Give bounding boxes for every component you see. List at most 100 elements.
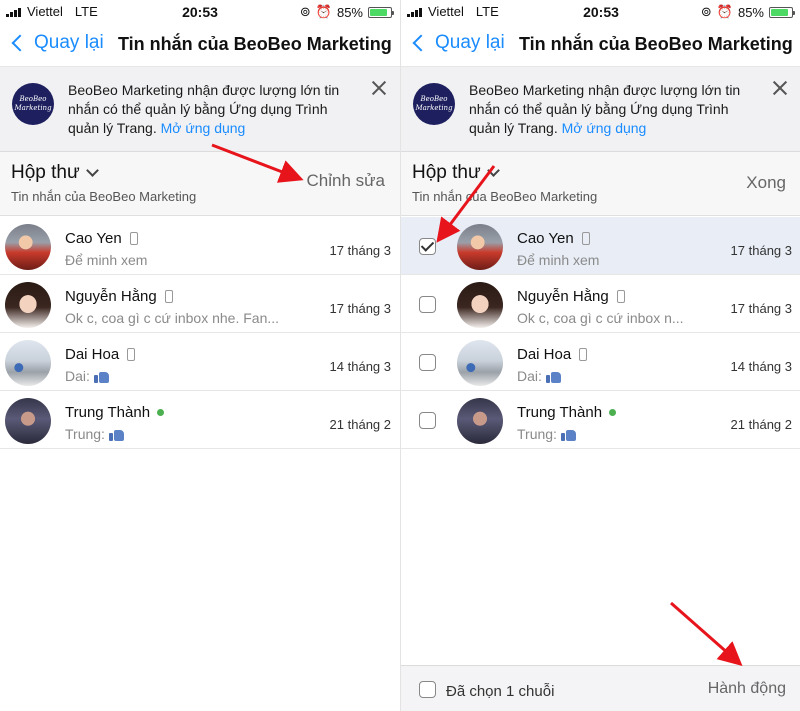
avatar <box>457 282 503 328</box>
edit-button[interactable]: Chỉnh sửa <box>307 171 385 191</box>
page-logo: BeoBeo Marketing <box>413 83 455 125</box>
select-checkbox-checked[interactable] <box>419 238 436 255</box>
select-checkbox[interactable] <box>419 296 436 313</box>
avatar <box>457 224 503 270</box>
selection-toolbar: Đã chọn 1 chuỗi Hành động <box>401 665 800 711</box>
rotation-lock-icon: ⊚ <box>299 4 311 19</box>
message-date: 14 tháng 3 <box>730 359 792 374</box>
actions-button[interactable]: Hành động <box>708 680 786 698</box>
mobile-icon <box>127 348 136 361</box>
message-date: 17 tháng 3 <box>329 243 391 258</box>
thumbs-up-icon <box>560 427 577 441</box>
conversation-row[interactable]: Trung Thành Trung: 21 tháng 2 <box>401 391 800 449</box>
selected-count-label: Đã chọn 1 chuỗi <box>446 683 555 700</box>
nav-bar: Quay lại Tin nhắn của BeoBeo Marketing <box>0 24 400 66</box>
message-date: 17 tháng 3 <box>730 301 792 316</box>
online-status-icon <box>609 409 617 416</box>
mobile-icon <box>616 290 625 303</box>
nav-bar: Quay lại Tin nhắn của BeoBeo Marketing <box>401 24 800 66</box>
status-bar: Viettel LTE 20:53 ⊚ ⏰ 85% <box>401 0 800 24</box>
close-icon[interactable] <box>372 81 386 95</box>
conversation-row[interactable]: Nguyễn Hằng Ok c, coa gì c cứ inbox n...… <box>401 275 800 333</box>
message-snippet: Để minh xem <box>65 252 305 268</box>
contact-name: Nguyễn Hằng <box>65 288 173 305</box>
battery-percent: 85% <box>737 4 764 20</box>
snippet-text: Ok c, coa gì c cứ inbox n... <box>517 310 684 326</box>
chevron-left-icon <box>412 34 430 52</box>
conversation-row[interactable]: Nguyễn Hằng Ok c, coa gì c cứ inbox nhe.… <box>0 275 400 333</box>
status-right: ⊚ ⏰ 85% <box>299 4 394 20</box>
contact-name-text: Trung Thành <box>65 404 151 421</box>
contact-name-text: Dai Hoa <box>65 346 120 363</box>
phone-screen-right: Viettel LTE 20:53 ⊚ ⏰ 85% Quay lại Tin n… <box>400 0 800 711</box>
inbox-title: Hộp thư <box>11 162 80 183</box>
chevron-down-icon <box>486 164 500 177</box>
contact-name: Dai Hoa <box>65 346 136 363</box>
contact-name-text: Nguyễn Hằng <box>65 288 157 305</box>
back-button[interactable]: Quay lại <box>411 32 505 54</box>
message-date: 21 tháng 2 <box>329 417 391 432</box>
chevron-down-icon <box>85 164 99 177</box>
snippet-text: Trung: <box>517 426 557 442</box>
message-date: 17 tháng 3 <box>329 301 391 316</box>
contact-name-text: Cao Yen <box>65 230 122 247</box>
conversation-row[interactable]: Cao Yen Để minh xem 17 tháng 3 <box>0 217 400 275</box>
select-all-checkbox[interactable] <box>419 681 436 698</box>
conversation-list: Cao Yen Để minh xem 17 tháng 3 Nguyễn Hằ… <box>401 217 800 449</box>
message-snippet: Dai: <box>517 368 707 384</box>
inbox-dropdown[interactable]: Hộp thư <box>11 162 99 184</box>
back-button[interactable]: Quay lại <box>10 32 104 54</box>
status-bar: Viettel LTE 20:53 ⊚ ⏰ 85% <box>0 0 400 24</box>
close-icon[interactable] <box>773 81 787 95</box>
done-button[interactable]: Xong <box>746 173 786 193</box>
inbox-subtitle: Tin nhắn của BeoBeo Marketing <box>412 189 598 204</box>
banner-message: BeoBeo Marketing nhận được lượng lớn tin… <box>68 81 358 138</box>
conversation-row[interactable]: Dai Hoa Dai: 14 tháng 3 <box>0 333 400 391</box>
conversation-row[interactable]: Dai Hoa Dai: 14 tháng 3 <box>401 333 800 391</box>
contact-name: Nguyễn Hằng <box>517 288 625 305</box>
alarm-icon: ⏰ <box>716 4 733 19</box>
page-logo-text: BeoBeo Marketing <box>415 95 453 112</box>
phone-screen-left: Viettel LTE 20:53 ⊚ ⏰ 85% Quay lại Tin n… <box>0 0 400 711</box>
battery-icon <box>769 6 795 18</box>
message-snippet: Ok c, coa gì c cứ inbox n... <box>517 310 707 326</box>
thumbs-up-icon <box>108 427 125 441</box>
manager-app-banner: BeoBeo Marketing BeoBeo Marketing nhận đ… <box>401 66 800 152</box>
message-snippet: Trung: <box>65 426 305 442</box>
conversation-row-selected[interactable]: Cao Yen Để minh xem 17 tháng 3 <box>401 217 800 275</box>
online-status-icon <box>157 409 165 416</box>
message-snippet: Ok c, coa gì c cứ inbox nhe. Fan... <box>65 310 305 326</box>
thumbs-up-icon <box>93 369 110 383</box>
avatar <box>5 282 51 328</box>
snippet-text: Để minh xem <box>65 252 148 268</box>
contact-name-text: Cao Yen <box>517 230 574 247</box>
select-checkbox[interactable] <box>419 354 436 371</box>
open-app-link[interactable]: Mở ứng dụng <box>161 120 246 136</box>
select-checkbox[interactable] <box>419 412 436 429</box>
contact-name: Cao Yen <box>517 230 590 247</box>
avatar <box>5 398 51 444</box>
screenshot: Viettel LTE 20:53 ⊚ ⏰ 85% Quay lại Tin n… <box>0 0 800 711</box>
message-date: 21 tháng 2 <box>730 417 792 432</box>
snippet-text: Trung: <box>65 426 105 442</box>
inbox-header: Hộp thư Tin nhắn của BeoBeo Marketing Xo… <box>401 152 800 216</box>
conversation-row[interactable]: Trung Thành Trung: 21 tháng 2 <box>0 391 400 449</box>
contact-name: Trung Thành <box>65 404 165 421</box>
avatar <box>5 224 51 270</box>
page-logo: BeoBeo Marketing <box>12 83 54 125</box>
avatar <box>457 398 503 444</box>
back-label: Quay lại <box>34 32 104 53</box>
rotation-lock-icon: ⊚ <box>700 4 712 19</box>
open-app-link[interactable]: Mở ứng dụng <box>562 120 647 136</box>
contact-name: Cao Yen <box>65 230 138 247</box>
inbox-dropdown[interactable]: Hộp thư <box>412 162 500 184</box>
avatar <box>457 340 503 386</box>
manager-app-banner: BeoBeo Marketing BeoBeo Marketing nhận đ… <box>0 66 400 152</box>
mobile-icon <box>581 232 590 245</box>
page-title: Tin nhắn của BeoBeo Marketing <box>519 34 793 54</box>
contact-name: Dai Hoa <box>517 346 588 363</box>
conversation-list: Cao Yen Để minh xem 17 tháng 3 Nguyễn Hằ… <box>0 217 400 449</box>
contact-name-text: Dai Hoa <box>517 346 572 363</box>
mobile-icon <box>164 290 173 303</box>
snippet-text: Dai: <box>517 368 542 384</box>
